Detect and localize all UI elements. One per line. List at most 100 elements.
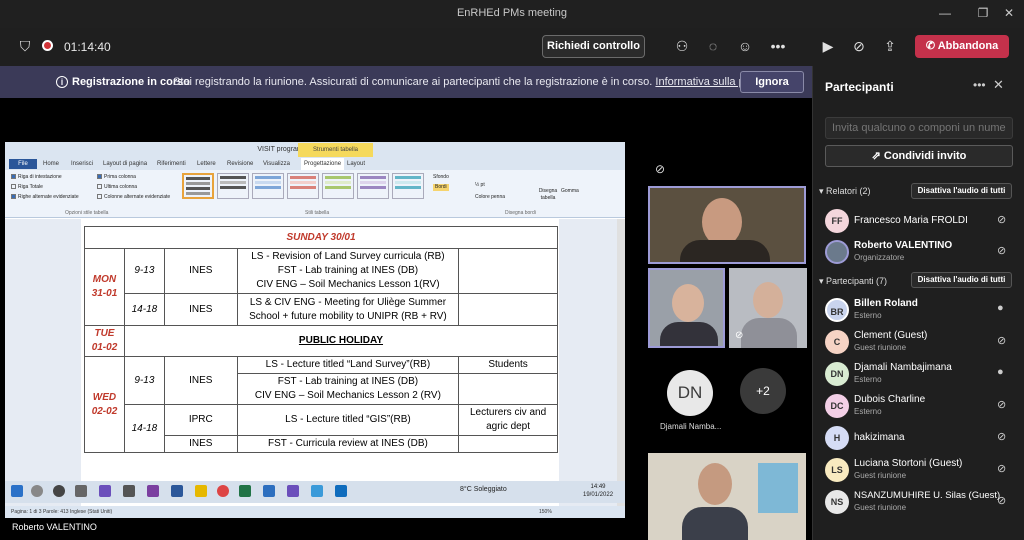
- shading-button[interactable]: Sfondo: [433, 174, 449, 181]
- search-icon[interactable]: [31, 485, 43, 497]
- video-tile-participant[interactable]: ⊘: [729, 268, 807, 348]
- first-column-check[interactable]: Prima colonna: [97, 174, 136, 181]
- teams-icon[interactable]: [99, 485, 111, 497]
- chrome-icon[interactable]: [217, 485, 229, 497]
- invite-search-input[interactable]: [825, 117, 1013, 139]
- check-label: Riga Totale: [18, 184, 43, 190]
- more-options-icon[interactable]: •••: [768, 37, 788, 55]
- tab-view[interactable]: Visualizza: [263, 158, 290, 170]
- mic-icon[interactable]: ●: [997, 366, 1004, 378]
- excel-icon[interactable]: [239, 485, 251, 497]
- more-options-icon[interactable]: •••: [973, 78, 986, 92]
- tab-home[interactable]: Home: [43, 158, 59, 170]
- mic-muted-icon[interactable]: ⊘: [997, 494, 1006, 507]
- tab-mailings[interactable]: Lettere: [197, 158, 216, 170]
- tab-layout[interactable]: Layout: [347, 158, 365, 170]
- participant-row[interactable]: FF Francesco Maria FROLDI ⊘: [825, 205, 1021, 235]
- attendees-section-header[interactable]: ▾ Partecipanti (7): [819, 276, 887, 287]
- app-icon[interactable]: [147, 485, 159, 497]
- mic-muted-icon[interactable]: ⊘: [997, 213, 1006, 226]
- eraser-button[interactable]: Gomma: [561, 188, 579, 195]
- close-window-icon[interactable]: ✕: [994, 0, 1024, 28]
- participant-row[interactable]: NS NSANZUMUHIRE U. Silas (Guest) Guest r…: [825, 486, 1021, 516]
- outlook-icon[interactable]: [335, 485, 347, 497]
- dismiss-button[interactable]: Ignora: [740, 71, 804, 93]
- video-tile-valentino[interactable]: [648, 268, 725, 348]
- pen-color[interactable]: Colore penna: [475, 194, 505, 201]
- mic-muted-icon[interactable]: ⊘: [997, 334, 1006, 347]
- mic-muted-icon[interactable]: ⊘: [849, 37, 869, 55]
- participant-name: Djamali Nambajimana: [854, 362, 952, 373]
- participant-body: [660, 322, 718, 346]
- participants-icon[interactable]: ⚇: [672, 37, 692, 55]
- chat-icon[interactable]: ◌: [703, 37, 723, 55]
- participant-row[interactable]: BR Billen Roland Esterno ●: [825, 294, 1021, 324]
- weather-widget[interactable]: 8°C Soleggiato: [460, 486, 507, 493]
- mic-muted-icon[interactable]: ⊘: [997, 462, 1006, 475]
- leave-button[interactable]: ✆ Abbandona: [915, 35, 1009, 58]
- tab-page-layout[interactable]: Layout di pagina: [103, 158, 147, 170]
- table-row: SUNDAY 30/01: [84, 226, 558, 249]
- table-style-tile[interactable]: [357, 173, 389, 199]
- participant-face: [698, 463, 732, 505]
- tab-design[interactable]: Progettazione: [301, 158, 345, 170]
- table-style-tile[interactable]: [182, 173, 214, 199]
- mic-icon[interactable]: ●: [997, 302, 1004, 314]
- video-tile-froldi[interactable]: [648, 186, 806, 264]
- tab-file[interactable]: File: [9, 159, 37, 169]
- draw-table-button[interactable]: Disegna tabella: [537, 188, 559, 202]
- app-icon[interactable]: [123, 485, 135, 497]
- banded-columns-check[interactable]: Colonne alternate evidenziate: [97, 194, 170, 201]
- table-style-tile[interactable]: [322, 173, 354, 199]
- participant-row[interactable]: LS Luciana Stortoni (Guest) Guest riunio…: [825, 454, 1021, 484]
- video-tile-self[interactable]: [648, 453, 806, 540]
- participant-row[interactable]: C Clement (Guest) Guest riunione ⊘: [825, 326, 1021, 356]
- pen-size[interactable]: ½ pt: [475, 182, 485, 189]
- table-style-tile[interactable]: [217, 173, 249, 199]
- camera-icon[interactable]: ▶: [818, 37, 838, 55]
- request-control-button[interactable]: Richiedi controllo: [542, 35, 645, 58]
- mute-all-attendees-button[interactable]: Disattiva l'audio di tutti: [911, 272, 1012, 288]
- banded-rows-check[interactable]: Righe alternate evidenziate: [11, 194, 79, 201]
- location-cell: INES: [163, 435, 238, 453]
- app-icon[interactable]: [263, 485, 275, 497]
- taskbar-clock[interactable]: 14:49 19/01/2022: [583, 483, 613, 499]
- presenters-section-header[interactable]: ▾ Relatori (2): [819, 186, 871, 197]
- mic-muted-icon[interactable]: ⊘: [997, 398, 1006, 411]
- reactions-icon[interactable]: ☺: [735, 37, 755, 55]
- word-icon[interactable]: [171, 485, 183, 497]
- edge-icon[interactable]: [311, 485, 323, 497]
- vertical-scrollbar[interactable]: [617, 219, 625, 506]
- participant-row[interactable]: DN Djamali Nambajimana Esterno ●: [825, 358, 1021, 388]
- table-style-tile[interactable]: [392, 173, 424, 199]
- last-column-check[interactable]: Ultima colonna: [97, 184, 137, 191]
- document-page[interactable]: SUNDAY 30/01 MON 31-01 9-13 INES LS - Re…: [81, 219, 559, 506]
- borders-button[interactable]: Bordi: [433, 184, 449, 191]
- header-row-check[interactable]: Riga di intestazione: [11, 174, 62, 181]
- tab-references[interactable]: Riferimenti: [157, 158, 186, 170]
- share-screen-icon[interactable]: ⇪: [880, 37, 900, 55]
- close-icon[interactable]: ✕: [993, 77, 1004, 93]
- share-invite-button[interactable]: ⇗ Condividi invito: [825, 145, 1013, 167]
- participant-row[interactable]: DC Dubois Charline Esterno ⊘: [825, 390, 1021, 420]
- file-explorer-icon[interactable]: [195, 485, 207, 497]
- zoom-level[interactable]: 150%: [539, 506, 552, 518]
- mute-all-presenters-button[interactable]: Disattiva l'audio di tutti: [911, 183, 1012, 199]
- mic-muted-icon[interactable]: ⊘: [997, 430, 1006, 443]
- windows-start-icon[interactable]: [11, 485, 23, 497]
- participant-row[interactable]: Roberto VALENTINO Organizzatore ⊘: [825, 236, 1021, 266]
- shield-icon: ⛉: [19, 38, 31, 54]
- total-row-check[interactable]: Riga Totale: [11, 184, 43, 191]
- participant-row[interactable]: H hakizimana ⊘: [825, 422, 1021, 452]
- table-style-tile[interactable]: [287, 173, 319, 199]
- minimize-icon[interactable]: —: [930, 0, 960, 28]
- table-style-tile[interactable]: [252, 173, 284, 199]
- app-icon[interactable]: [287, 485, 299, 497]
- mic-muted-icon[interactable]: ⊘: [997, 244, 1006, 257]
- cortana-icon[interactable]: [53, 485, 65, 497]
- task-view-icon[interactable]: [75, 485, 87, 497]
- tab-review[interactable]: Revisione: [227, 158, 253, 170]
- tab-insert[interactable]: Inserisci: [71, 158, 93, 170]
- avatar-djamali[interactable]: DN: [667, 370, 713, 416]
- more-participants-tile[interactable]: +2: [740, 368, 786, 414]
